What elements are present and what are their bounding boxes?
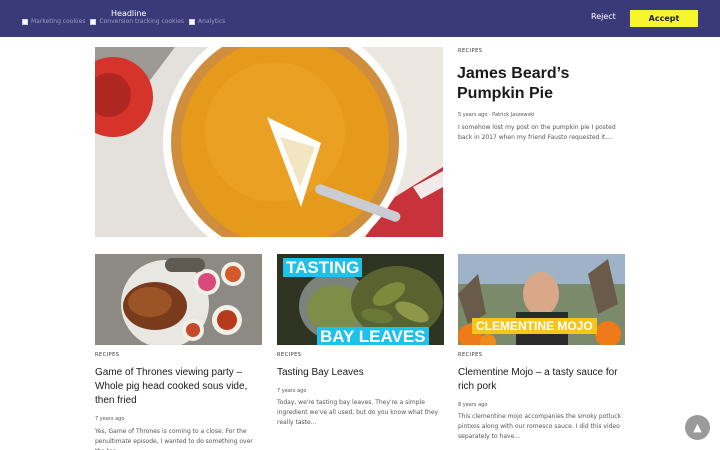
- marketing-checkbox[interactable]: [22, 18, 28, 25]
- card-excerpt: This clementine mojo accompanies the smo…: [458, 413, 622, 440]
- conversion-checkbox[interactable]: [90, 18, 97, 25]
- cookie-headline: Headline: [111, 9, 147, 18]
- scroll-to-top-button[interactable]: ▲: [685, 415, 710, 440]
- cookie-option-conversion[interactable]: Conversion tracking cookies: [90, 18, 184, 25]
- card-banner: CLEMENTINE MOJO: [472, 318, 597, 334]
- cookie-option-label: Conversion tracking cookies: [99, 18, 185, 25]
- cookie-options: Marketing cookies Conversion tracking co…: [22, 18, 230, 25]
- cookie-option-label: Analytics: [198, 18, 226, 25]
- arrow-up-icon: ▲: [693, 421, 702, 434]
- cookie-banner: Headline Marketing cookies Conversion tr…: [0, 0, 720, 37]
- featured-image-pumpkin-pie[interactable]: [95, 47, 443, 237]
- card-banner-top: TASTING: [283, 258, 363, 277]
- card-excerpt: Today, we're tasting bay leaves. They're…: [277, 399, 439, 426]
- cookie-option-marketing[interactable]: Marketing cookies: [22, 18, 85, 25]
- card-meta: 7 years ago: [277, 388, 307, 394]
- cookie-option-analytics[interactable]: Analytics: [189, 18, 225, 25]
- card-image-bay-leaves[interactable]: TASTING BAY LEAVES: [277, 254, 444, 345]
- cookie-option-label: Marketing cookies: [31, 18, 86, 25]
- card-banner-bottom: BAY LEAVES: [317, 327, 429, 345]
- featured-excerpt: I somehow lost my post on the pumpkin pi…: [458, 124, 616, 141]
- card-category[interactable]: RECIPES: [95, 352, 119, 358]
- card-title[interactable]: Game of Thrones viewing party – Whole pi…: [95, 366, 265, 408]
- card-title[interactable]: Clementine Mojo – a tasty sauce for rich…: [458, 366, 628, 394]
- accept-button[interactable]: Accept: [630, 10, 698, 27]
- card-category[interactable]: RECIPES: [458, 352, 482, 358]
- analytics-checkbox[interactable]: [189, 18, 196, 25]
- card-category[interactable]: RECIPES: [277, 352, 301, 358]
- featured-category[interactable]: RECIPES: [458, 48, 482, 54]
- card-meta: 7 years ago: [95, 416, 125, 422]
- card-meta: 8 years ago: [458, 402, 488, 408]
- card-title[interactable]: Tasting Bay Leaves: [277, 366, 447, 380]
- card-excerpt: Yes, Game of Thrones is coming to a clos…: [95, 428, 253, 450]
- featured-meta: 5 years ago · Patrick Jaszewski: [458, 112, 535, 118]
- card-image-pig-head[interactable]: [95, 254, 262, 345]
- card-image-clementine-mojo[interactable]: CLEMENTINE MOJO: [458, 254, 625, 345]
- reject-button[interactable]: Reject: [591, 12, 616, 21]
- featured-title[interactable]: James Beard’s Pumpkin Pie: [457, 64, 627, 104]
